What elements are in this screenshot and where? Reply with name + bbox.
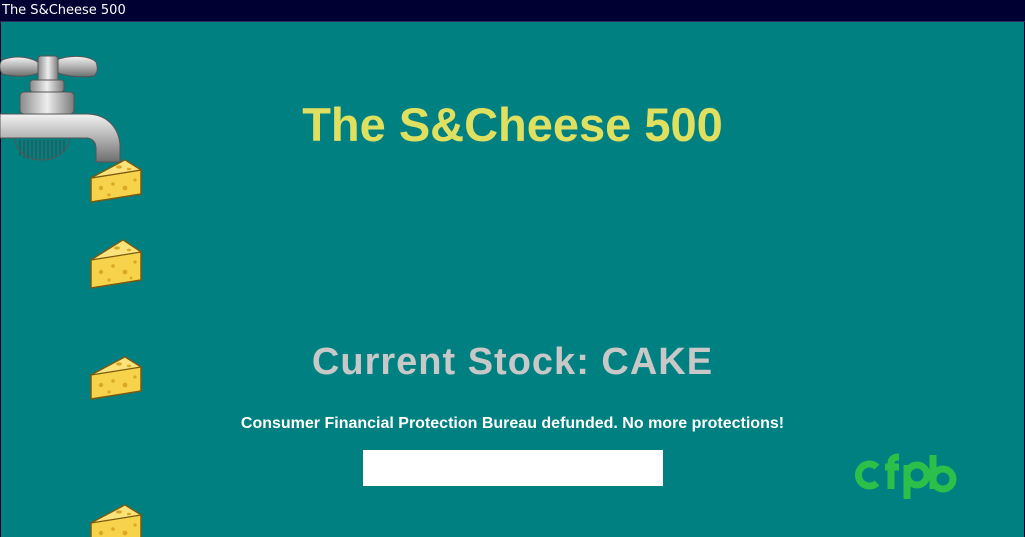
window-title: The S&Cheese 500 bbox=[2, 3, 126, 18]
cheese-icon bbox=[90, 159, 143, 203]
cheese-icon bbox=[90, 504, 143, 537]
current-stock-label: Current Stock: CAKE bbox=[311, 341, 714, 383]
cfpb-logo bbox=[855, 453, 957, 499]
game-title: The S&Cheese 500 bbox=[302, 98, 723, 151]
answer-input[interactable] bbox=[363, 450, 663, 486]
cheese-icon bbox=[90, 239, 143, 289]
news-message: Consumer Financial Protection Bureau def… bbox=[240, 415, 785, 432]
window-titlebar[interactable]: The S&Cheese 500 bbox=[0, 0, 1025, 22]
game-window: The S&Cheese 500 The S&Cheese 500 Curren… bbox=[0, 0, 1025, 537]
